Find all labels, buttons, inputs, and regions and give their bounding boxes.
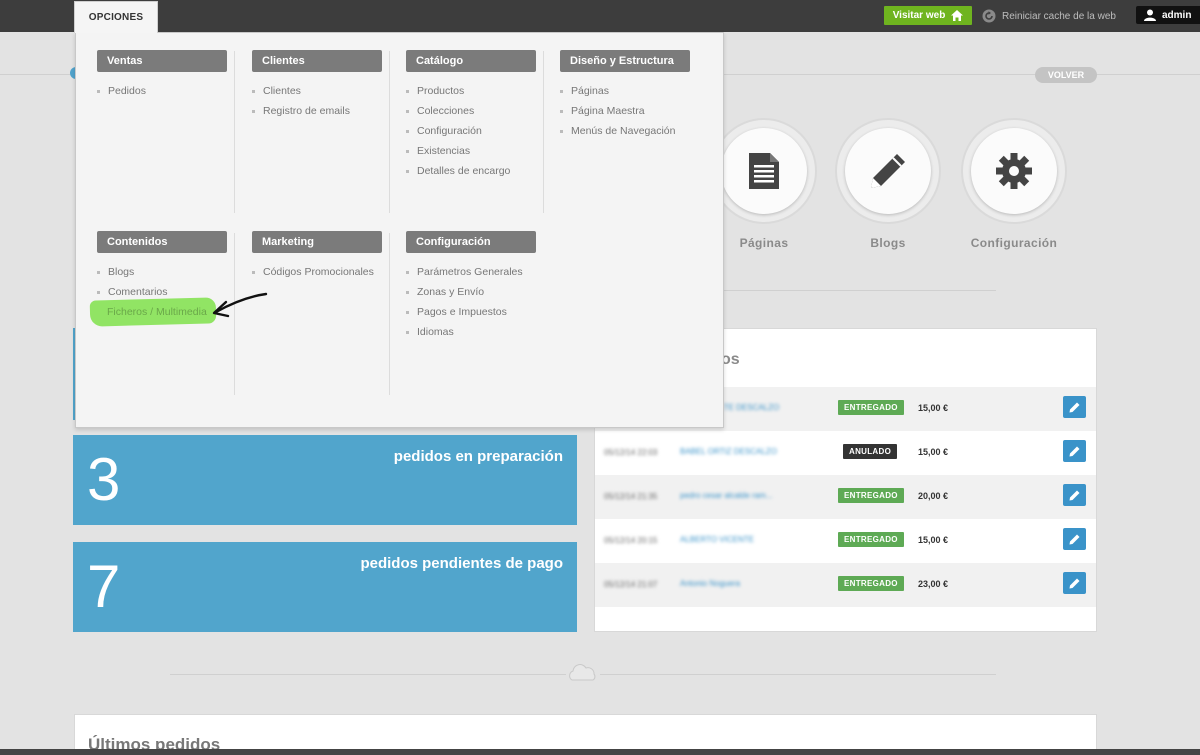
pencil-icon [871, 154, 905, 188]
menu-item-email-register[interactable]: Registro de emails [252, 105, 350, 117]
menu-column-divider [234, 51, 235, 213]
back-button[interactable]: VOLVER [1035, 67, 1097, 83]
menu-item-order-details[interactable]: Detalles de encargo [406, 165, 510, 177]
arrow-annotation-icon [212, 292, 268, 318]
menu-item-blogs[interactable]: Blogs [97, 266, 134, 278]
menu-column-divider [389, 51, 390, 213]
order-date: 05/12/14 20:15 [604, 536, 658, 545]
order-amount: 15,00 € [918, 447, 949, 457]
user-menu[interactable]: admin [1136, 6, 1200, 24]
status-badge: ENTREGADO [838, 532, 904, 547]
options-dropdown: Ventas Pedidos Clientes Clientes Registr… [75, 32, 724, 428]
order-customer[interactable]: ALBERTO VICENTE [680, 535, 754, 544]
cloud-icon [566, 662, 600, 684]
pencil-icon [1069, 490, 1080, 500]
menu-item-master-page[interactable]: Página Maestra [560, 105, 645, 117]
edit-order-button[interactable] [1063, 440, 1086, 462]
shortcut-circle [971, 128, 1057, 214]
shortcut-circle [845, 128, 931, 214]
menu-item-stock[interactable]: Existencias [406, 145, 470, 157]
edit-order-button[interactable] [1063, 572, 1086, 594]
status-badge: ANULADO [843, 444, 898, 459]
order-date: 05/12/14 22:03 [604, 448, 658, 457]
menu-heading: Ventas [97, 50, 227, 72]
reset-cache-label: Reiniciar cache de la web [1002, 10, 1116, 22]
menu-heading: Marketing [252, 231, 382, 253]
table-row: 05/12/14 22:03 BABEL ORTIZ DESCALZO ANUL… [595, 431, 1096, 475]
pencil-icon [1069, 402, 1080, 412]
gear-icon [996, 153, 1032, 189]
stat-pending-payment[interactable]: 7 pedidos pendientes de pago [73, 542, 577, 632]
menu-heading: Configuración [406, 231, 536, 253]
shortcut-label: Configuración [970, 236, 1058, 250]
order-customer[interactable]: Antonio Noguera [680, 579, 740, 588]
menu-item-products[interactable]: Productos [406, 85, 464, 97]
order-customer[interactable]: BABEL ORTIZ DESCALZO [680, 447, 777, 456]
stat-in-preparation[interactable]: 3 pedidos en preparación [73, 435, 577, 525]
user-icon [1144, 9, 1156, 21]
menu-item-payments-taxes[interactable]: Pagos e Impuestos [406, 306, 507, 318]
refresh-icon [982, 9, 996, 23]
order-date: 05/12/14 21:07 [604, 580, 658, 589]
shortcut-pages[interactable]: Páginas [711, 118, 817, 258]
menu-column-divider [543, 51, 544, 213]
shortcut-circle [721, 128, 807, 214]
menu-heading: Catálogo [406, 50, 536, 72]
edit-order-button[interactable] [1063, 484, 1086, 506]
status-badge: ENTREGADO [838, 488, 904, 503]
menu-item-comments[interactable]: Comentarios [97, 286, 168, 298]
order-date: 05/12/14 21:35 [604, 492, 658, 501]
menu-item-pages[interactable]: Páginas [560, 85, 609, 97]
reset-cache-link[interactable]: Reiniciar cache de la web [982, 7, 1116, 25]
shortcut-settings[interactable]: Configuración [961, 118, 1067, 258]
pencil-icon [1069, 534, 1080, 544]
shortcut-blogs[interactable]: Blogs [835, 118, 941, 258]
stat-number: 7 [87, 553, 121, 620]
menu-column-divider [389, 233, 390, 395]
table-row: 05/12/14 20:15 ALBERTO VICENTE ENTREGADO… [595, 519, 1096, 563]
order-customer[interactable]: pedro cesar alcalde ram... [680, 491, 773, 500]
status-badge: ENTREGADO [838, 576, 904, 591]
pencil-icon [1069, 578, 1080, 588]
menu-heading: Contenidos [97, 231, 227, 253]
pencil-icon [1069, 446, 1080, 456]
edit-order-button[interactable] [1063, 528, 1086, 550]
bottom-bar [0, 749, 1200, 755]
stat-label: pedidos en preparación [393, 448, 563, 465]
edit-order-button[interactable] [1063, 396, 1086, 418]
order-amount: 23,00 € [918, 579, 949, 589]
menu-item-orders[interactable]: Pedidos [97, 85, 146, 97]
menu-heading: Diseño y Estructura [560, 50, 690, 72]
shortcut-label: Blogs [870, 236, 906, 250]
order-customer[interactable]: ...TE DESCALZO [717, 403, 779, 412]
status-badge: ENTREGADO [838, 400, 904, 415]
order-amount: 15,00 € [918, 403, 949, 413]
options-tab[interactable]: OPCIONES [74, 1, 158, 33]
stat-label: pedidos pendientes de pago [360, 555, 563, 572]
home-icon [951, 10, 964, 21]
stat-number: 3 [87, 446, 121, 513]
table-row: 05/12/14 21:07 Antonio Noguera ENTREGADO… [595, 563, 1096, 607]
menu-item-general-params[interactable]: Parámetros Generales [406, 266, 523, 278]
menu-item-navigation-menus[interactable]: Menús de Navegación [560, 125, 675, 137]
user-name: admin [1162, 9, 1192, 21]
table-row: 05/12/14 21:35 pedro cesar alcalde ram..… [595, 475, 1096, 519]
document-icon [749, 153, 779, 189]
menu-item-catalog-config[interactable]: Configuración [406, 125, 482, 137]
order-amount: 20,00 € [918, 491, 949, 501]
order-amount: 15,00 € [918, 535, 949, 545]
menu-item-languages[interactable]: Idiomas [406, 326, 454, 338]
menu-item-media-files[interactable]: Ficheros / Multimedia [107, 306, 207, 318]
visit-web-label: Visitar web [892, 10, 946, 21]
menu-item-clients[interactable]: Clientes [252, 85, 301, 97]
menu-item-promo-codes[interactable]: Códigos Promocionales [252, 266, 374, 278]
menu-heading: Clientes [252, 50, 382, 72]
visit-web-button[interactable]: Visitar web [884, 6, 972, 25]
menu-item-zones-shipping[interactable]: Zonas y Envío [406, 286, 484, 298]
menu-item-collections[interactable]: Colecciones [406, 105, 474, 117]
